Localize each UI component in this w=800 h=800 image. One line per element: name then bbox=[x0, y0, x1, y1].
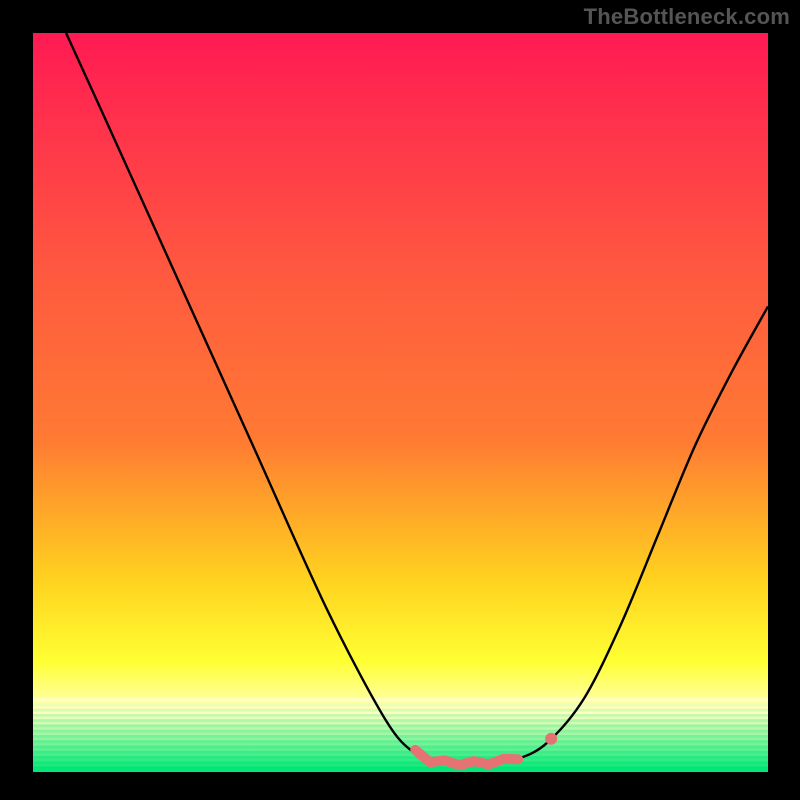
green-stripe bbox=[33, 714, 768, 717]
isolated-marker-right bbox=[545, 733, 557, 745]
green-stripe bbox=[33, 703, 768, 706]
green-stripe bbox=[33, 724, 768, 727]
green-stripe bbox=[33, 751, 768, 754]
green-stripe bbox=[33, 698, 768, 701]
green-stripe bbox=[33, 735, 768, 738]
chart-frame: TheBottleneck.com bbox=[0, 0, 800, 800]
attribution-label: TheBottleneck.com bbox=[584, 4, 790, 30]
green-stripe bbox=[33, 730, 768, 733]
green-stripe bbox=[33, 746, 768, 749]
green-stripe bbox=[33, 709, 768, 712]
bottleneck-chart bbox=[0, 0, 800, 800]
green-stripe bbox=[33, 719, 768, 722]
green-stripe bbox=[33, 756, 768, 759]
green-stripe bbox=[33, 761, 768, 764]
plot-background bbox=[33, 33, 768, 772]
green-stripe bbox=[33, 767, 768, 770]
